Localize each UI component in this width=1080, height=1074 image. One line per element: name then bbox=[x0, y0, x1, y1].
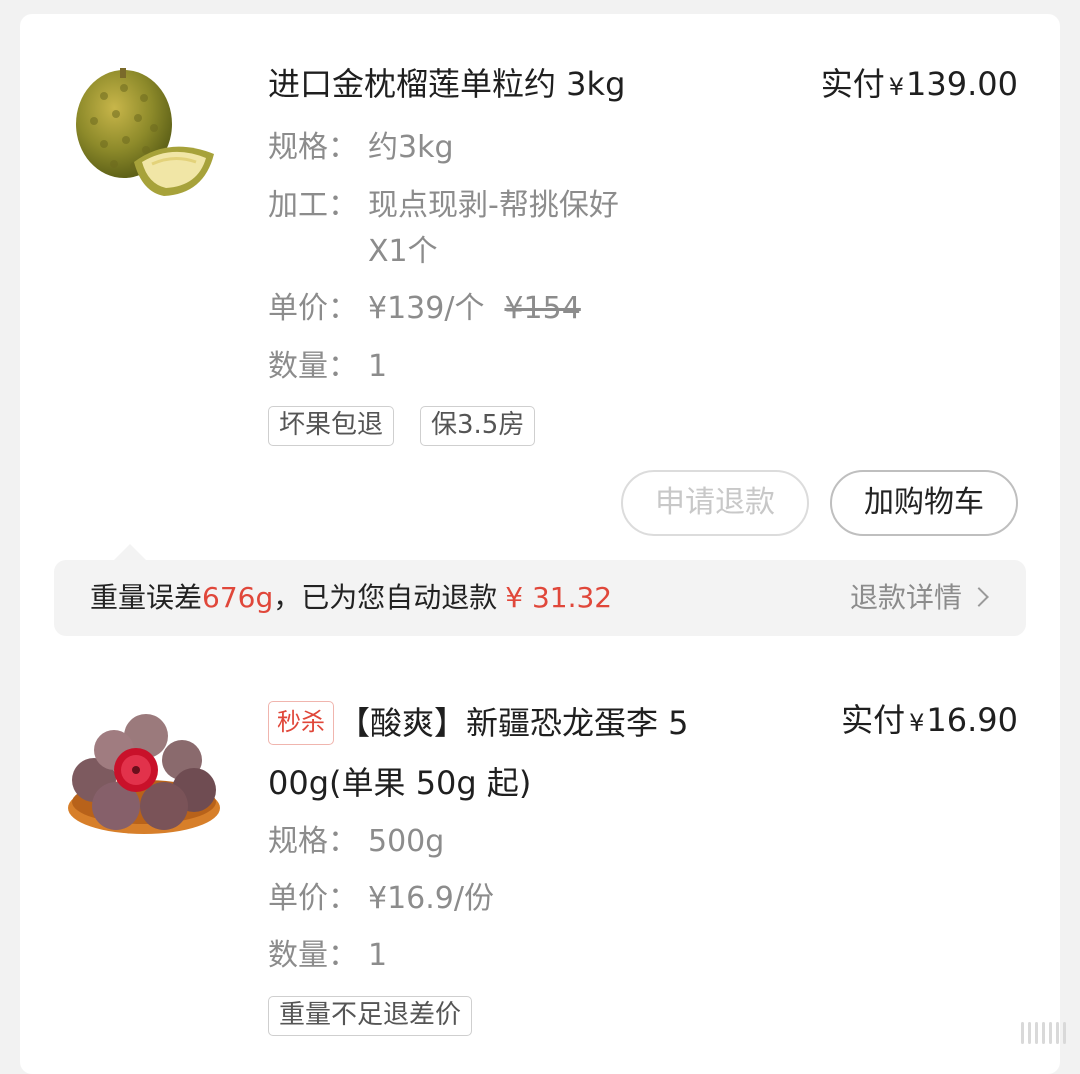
item-title-line1: 【酸爽】新疆恐龙蛋李 5 bbox=[338, 704, 689, 742]
quantity-label: 数量： bbox=[268, 938, 358, 973]
notice-middle: ，已为您自动退款 bbox=[273, 581, 498, 614]
currency-symbol: ¥ bbox=[888, 73, 905, 101]
plum-image[interactable] bbox=[64, 710, 224, 840]
currency-symbol: ¥ bbox=[909, 709, 925, 737]
item-title[interactable]: 秒杀 【酸爽】新疆恐龙蛋李 5 bbox=[268, 700, 689, 746]
item-title[interactable]: 进口金枕榴莲单粒约 3kg bbox=[268, 64, 625, 104]
spec-label: 规格： bbox=[268, 130, 358, 165]
auto-refund-notice[interactable]: 重量误差676g，已为您自动退款 ¥ 31.32 退款详情 bbox=[54, 560, 1026, 636]
request-refund-button[interactable]: 申请退款 bbox=[621, 470, 809, 536]
service-tag: 重量不足退差价 bbox=[268, 996, 473, 1036]
price-value: ¥16.9/份 bbox=[368, 881, 494, 916]
process-row: 加工： 现点现剥-帮挑保好 bbox=[268, 186, 619, 226]
durian-image[interactable] bbox=[64, 66, 224, 216]
chevron-right-icon bbox=[969, 587, 989, 607]
process-value-line2: X1个 bbox=[368, 234, 438, 269]
spec-value: 约3kg bbox=[368, 130, 454, 165]
order-card: 进口金枕榴莲单粒约 3kg 实付 ¥139.00 规格： 约3kg 加工： 现点现剥-… bbox=[20, 14, 1060, 1074]
scroll-indicator bbox=[1021, 1022, 1066, 1044]
notice-text: 重量误差676g，已为您自动退款 ¥ 31.32 bbox=[90, 578, 612, 618]
notice-pointer bbox=[114, 544, 146, 560]
paid-label: 实付 bbox=[841, 701, 906, 739]
add-to-cart-button[interactable]: 加购物车 bbox=[830, 470, 1018, 536]
process-label: 加工： bbox=[268, 188, 358, 223]
price-label: 单价： bbox=[268, 881, 358, 916]
spec-value: 500g bbox=[368, 824, 445, 859]
service-tag: 保3.5房 bbox=[420, 406, 536, 446]
spec-row: 规格： 约3kg bbox=[268, 128, 454, 168]
notice-prefix: 重量误差 bbox=[90, 581, 203, 614]
quantity-value: 1 bbox=[368, 938, 388, 973]
refund-details-link[interactable]: 退款详情 bbox=[849, 578, 989, 618]
weight-error: 676g bbox=[202, 581, 274, 614]
spec-label: 规格： bbox=[268, 824, 358, 859]
spec-row: 规格： 500g bbox=[268, 822, 444, 862]
refund-amount: ¥ 31.32 bbox=[505, 581, 613, 614]
paid-amount: 实付 ¥139.00 bbox=[821, 64, 1018, 107]
paid-value: 139.00 bbox=[906, 65, 1018, 103]
quantity-value: 1 bbox=[368, 349, 388, 384]
flash-sale-badge: 秒杀 bbox=[268, 701, 334, 745]
price-label: 单价： bbox=[268, 291, 358, 326]
item-title-line2[interactable]: 00g(单果 50g 起) bbox=[268, 760, 531, 806]
price-row: 单价： ¥139/个 ¥154 bbox=[268, 289, 581, 329]
quantity-label: 数量： bbox=[268, 349, 358, 384]
price-value: ¥139/个 bbox=[368, 291, 485, 326]
refund-details-label: 退款详情 bbox=[849, 581, 962, 614]
paid-label: 实付 bbox=[820, 65, 885, 103]
original-price: ¥154 bbox=[504, 291, 581, 326]
quantity-row: 数量： 1 bbox=[268, 347, 387, 387]
price-row: 单价： ¥16.9/份 bbox=[268, 879, 494, 919]
quantity-row: 数量： 1 bbox=[268, 936, 387, 976]
paid-value: 16.90 bbox=[926, 701, 1018, 739]
service-tag: 坏果包退 bbox=[268, 406, 395, 446]
process-value: 现点现剥-帮挑保好 bbox=[368, 188, 619, 223]
paid-amount: 实付 ¥16.90 bbox=[841, 700, 1018, 743]
